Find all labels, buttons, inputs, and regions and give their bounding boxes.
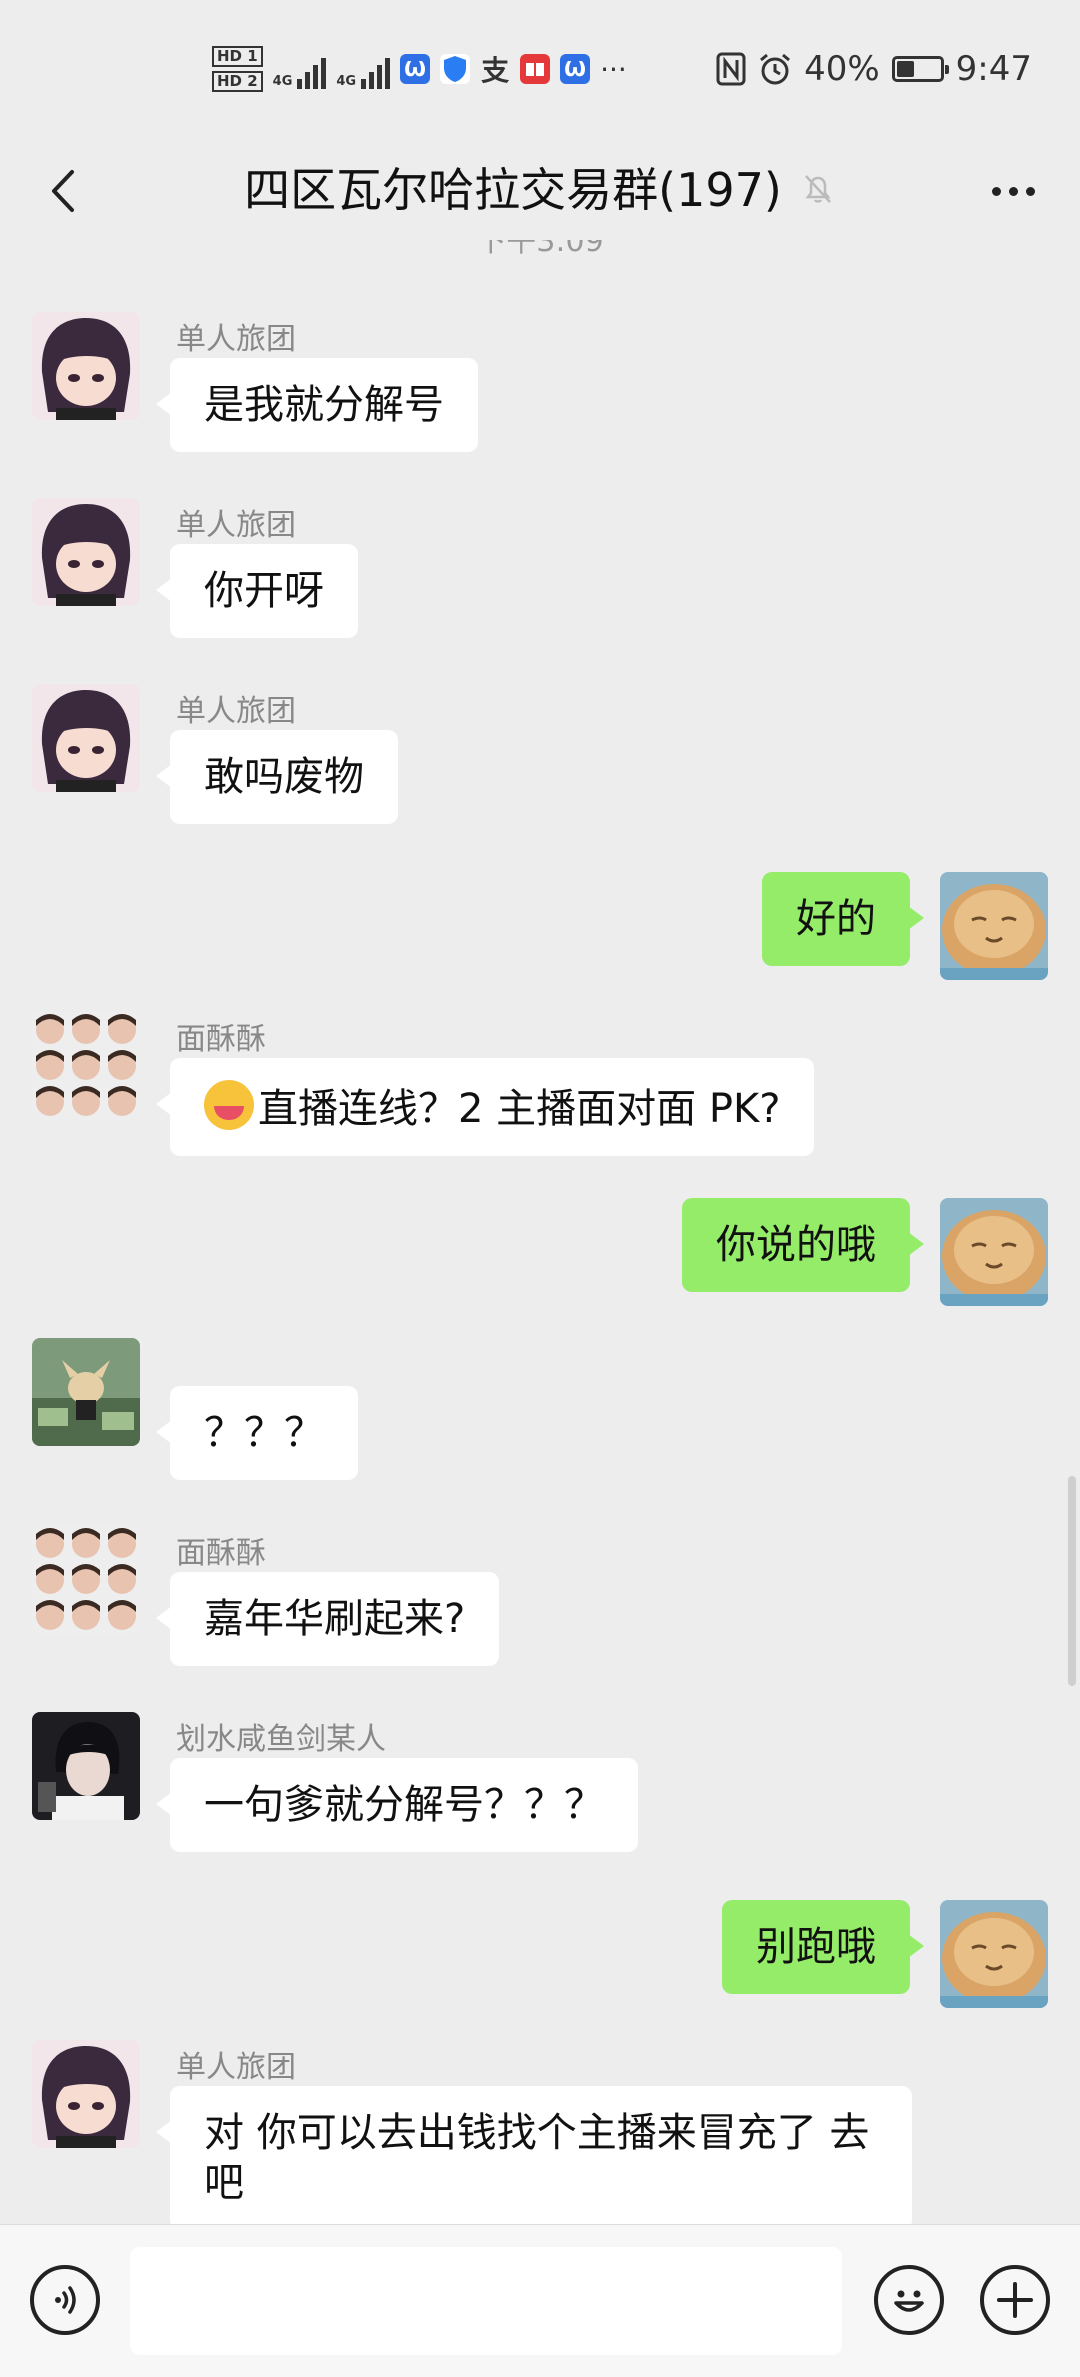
emoji-icon xyxy=(894,2290,924,2312)
emoji-icon xyxy=(204,1080,254,1130)
signal-2-icon: 4G xyxy=(336,49,391,89)
hd2-label: HD 2 xyxy=(212,71,263,92)
net2-label: 4G xyxy=(336,74,357,89)
message-bubble[interactable]: 你开呀 xyxy=(156,544,358,638)
my-message-bubble[interactable]: 好的 xyxy=(762,872,924,966)
message-bubble[interactable]: 直播连线？2 主播面对面 PK? xyxy=(155,1058,815,1156)
more-functions-button[interactable] xyxy=(980,2265,1050,2335)
signal-1-icon: 4G xyxy=(273,49,327,89)
sender-name: 单人旅团 xyxy=(176,322,296,357)
input-bar xyxy=(0,2224,1080,2377)
message-bubble[interactable]: 对 你可以去出钱找个主播来冒充了 去吧 xyxy=(156,2086,912,2224)
hd1-label: HD 1 xyxy=(212,46,263,67)
reader-app-icon xyxy=(520,54,551,84)
sender-name: 面酥酥 xyxy=(176,1022,266,1057)
message-bubble[interactable]: ？？？ xyxy=(156,1386,358,1480)
plus-icon xyxy=(997,2282,1033,2318)
avatar[interactable] xyxy=(32,1712,140,1820)
avatar[interactable] xyxy=(32,498,140,606)
my-avatar[interactable] xyxy=(940,1198,1048,1306)
avatar[interactable] xyxy=(32,2040,140,2148)
chat-title-container: 四区瓦尔哈拉交易群(197) xyxy=(0,140,1080,240)
scrollbar-thumb[interactable] xyxy=(1068,1476,1076,1686)
alarm-icon xyxy=(760,53,791,85)
message-bubble[interactable]: 是我就分解号 xyxy=(156,358,478,452)
alipay-icon: 支 xyxy=(481,54,510,87)
battery-icon xyxy=(891,56,949,82)
message-text: 直播连线？2 主播面对面 PK? xyxy=(258,1086,781,1132)
my-message-bubble[interactable]: 你说的哦 xyxy=(682,1198,924,1292)
net1-label: 4G xyxy=(272,74,293,89)
mute-bell-icon xyxy=(800,141,836,241)
message-bubble[interactable]: 敢吗废物 xyxy=(156,730,398,824)
sender-name: 面酥酥 xyxy=(176,1536,266,1571)
my-message-bubble[interactable]: 别跑哦 xyxy=(722,1900,924,1994)
chevron-left-icon xyxy=(52,170,74,212)
sender-name: 划水咸鱼剑某人 xyxy=(176,1722,386,1757)
message-list[interactable]: 下午3:09 单人旅团 是我就分解号 单人旅团 你开呀 单人旅团 敢吗废物 好的… xyxy=(0,240,1080,2224)
clock: 9:47 xyxy=(955,49,1032,89)
message-bubble[interactable]: 一句爹就分解号？？？ xyxy=(156,1758,638,1852)
sender-name: 单人旅团 xyxy=(176,694,296,729)
timestamp: 下午3:09 xyxy=(476,240,604,259)
app-notification-icon: Ѡ xyxy=(400,54,431,84)
dot-icon xyxy=(1025,186,1035,196)
battery-fill xyxy=(896,61,914,77)
voice-button[interactable] xyxy=(30,2265,100,2335)
status-bar: HD 1 HD 2 4G 4G Ѡ 支 Ѡ ··· 40% 9:47 xyxy=(0,0,1080,140)
avatar[interactable] xyxy=(32,1526,140,1634)
back-button[interactable] xyxy=(30,156,100,226)
message-input[interactable] xyxy=(130,2247,842,2355)
status-icons-right: 40% 9:47 xyxy=(716,44,1032,94)
battery-percent: 40% xyxy=(804,49,880,89)
avatar[interactable] xyxy=(32,1338,140,1446)
chat-title[interactable]: 四区瓦尔哈拉交易群(197) xyxy=(244,163,782,217)
more-options-button[interactable] xyxy=(978,156,1048,226)
app-notification-2-icon: Ѡ xyxy=(560,54,591,84)
title-bar: 四区瓦尔哈拉交易群(197) xyxy=(0,140,1080,240)
hd-indicator: HD 1 HD 2 xyxy=(212,46,263,92)
nfc-icon xyxy=(716,52,746,86)
dot-icon xyxy=(1008,186,1018,196)
more-notifications-icon: ··· xyxy=(600,52,627,86)
dot-icon xyxy=(991,186,1001,196)
message-bubble[interactable]: 嘉年华刷起来? xyxy=(155,1572,500,1666)
shield-icon xyxy=(440,54,471,84)
avatar[interactable] xyxy=(32,1012,140,1120)
emoji-button[interactable] xyxy=(874,2265,944,2335)
my-avatar[interactable] xyxy=(940,1900,1048,2008)
avatar[interactable] xyxy=(32,312,140,420)
voice-icon xyxy=(55,2286,76,2314)
avatar[interactable] xyxy=(32,684,140,792)
status-icons-left: HD 1 HD 2 4G 4G Ѡ 支 Ѡ ··· xyxy=(212,40,627,98)
sender-name: 单人旅团 xyxy=(176,508,296,543)
my-avatar[interactable] xyxy=(940,872,1048,980)
sender-name: 单人旅团 xyxy=(176,2050,296,2085)
